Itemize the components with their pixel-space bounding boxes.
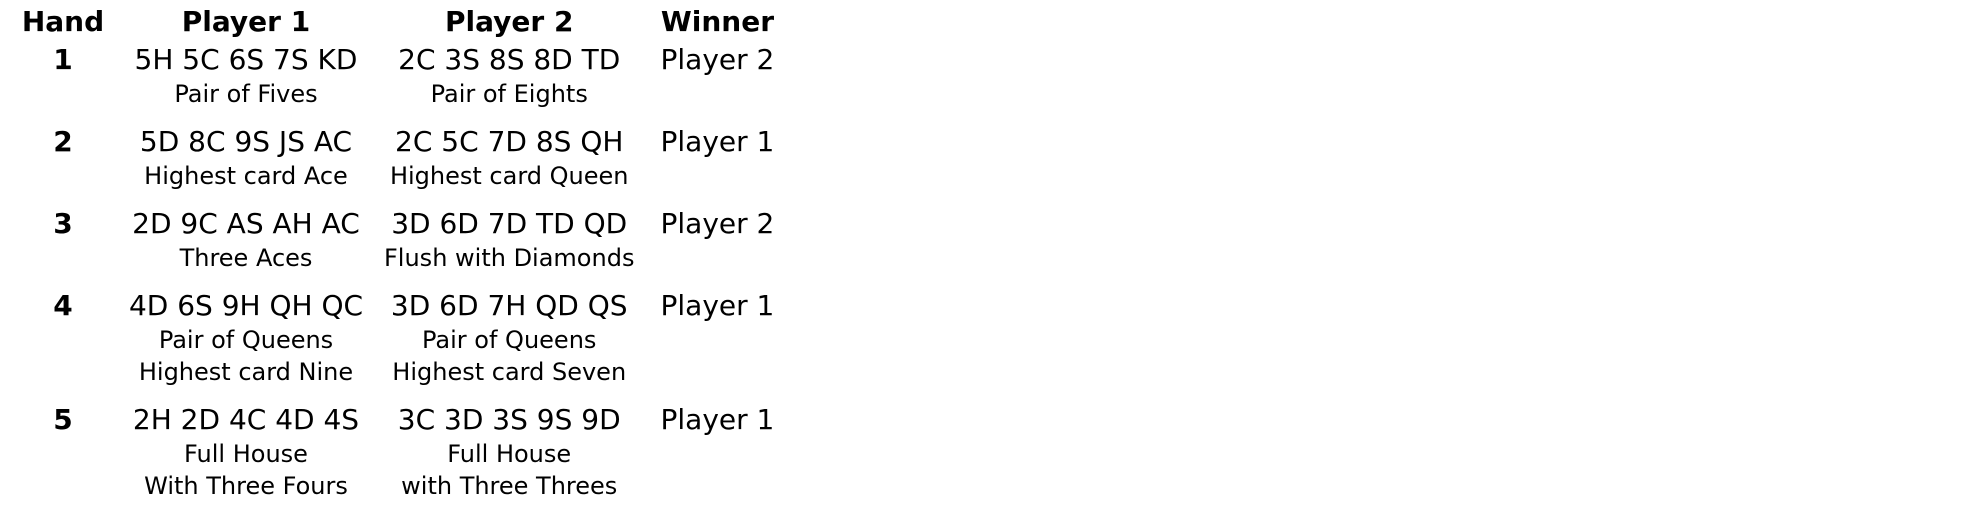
player-2-desc: Highest card Queen (389, 162, 629, 190)
winner-cell: Player 1 (644, 124, 790, 204)
header-player-1: Player 1 (181, 5, 311, 38)
player-2-desc: Pair of Queens (422, 326, 597, 354)
player-2-desc: Highest card Seven (392, 358, 627, 386)
player-2-cards: 2C 3S 8S 8D TD (398, 43, 621, 76)
player-1-desc: Highest card Ace (144, 162, 348, 190)
player-2-cards: 3C 3D 3S 9S 9D (397, 403, 621, 436)
winner-text: Player 1 (660, 403, 775, 436)
hand-number: 1 (53, 43, 73, 76)
winner-text: Player 1 (660, 125, 775, 158)
winner-cell: Player 1 (644, 288, 790, 400)
player-1-cards: 5D 8C 9S JS AC (139, 125, 353, 158)
player-2-desc: Full House (447, 440, 572, 468)
header-row: Hand Player 1 Player 2 Winner (10, 4, 790, 40)
player-2-desc: Pair of Eights (430, 80, 588, 108)
hand-number: 5 (53, 403, 73, 436)
player-1-cards: 2H 2D 4C 4D 4S (132, 403, 360, 436)
player-1-desc: Highest card Nine (138, 358, 354, 386)
winner-cell: Player 2 (644, 206, 790, 286)
table-row: 5 2H 2D 4C 4D 4S Full House With Three F… (10, 402, 790, 514)
player-1-cell: 5D 8C 9S JS AC Highest card Ace (118, 124, 374, 204)
player-2-desc: with Three Threes (401, 472, 618, 500)
player-1-desc: Three Aces (179, 244, 313, 272)
player-1-cards: 4D 6S 9H QH QC (128, 289, 364, 322)
player-1-desc: Full House (184, 440, 308, 468)
player-2-cards: 3D 6D 7D TD QD (391, 207, 628, 240)
table-row: 3 2D 9C AS AH AC Three Aces 3D 6D 7D TD … (10, 206, 790, 286)
table-header: Hand Player 1 Player 2 Winner (10, 4, 790, 40)
table-row: 2 5D 8C 9S JS AC Highest card Ace 2C 5C … (10, 124, 790, 204)
player-1-cards: 5H 5C 6S 7S KD (134, 43, 358, 76)
winner-text: Player 2 (660, 207, 775, 240)
player-2-cell: 2C 3S 8S 8D TD Pair of Eights (376, 42, 642, 122)
player-1-cards: 2D 9C AS AH AC (132, 207, 360, 240)
table-body: 1 5H 5C 6S 7S KD Pair of Fives 2C 3S 8S … (10, 42, 790, 514)
header-hand: Hand (21, 5, 105, 38)
winner-cell: Player 2 (644, 42, 790, 122)
winner-cell: Player 1 (644, 402, 790, 514)
player-2-desc: Flush with Diamonds (384, 244, 635, 272)
player-1-cell: 5H 5C 6S 7S KD Pair of Fives (118, 42, 374, 122)
player-1-desc: Pair of Fives (174, 80, 318, 108)
player-2-cards: 2C 5C 7D 8S QH (395, 125, 624, 158)
hand-number: 3 (53, 207, 73, 240)
player-1-cell: 4D 6S 9H QH QC Pair of Queens Highest ca… (118, 288, 374, 400)
player-2-cell: 3C 3D 3S 9S 9D Full House with Three Thr… (376, 402, 642, 514)
table-row: 4 4D 6S 9H QH QC Pair of Queens Highest … (10, 288, 790, 400)
header-player-2: Player 2 (445, 5, 574, 38)
player-2-cell: 3D 6D 7H QD QS Pair of Queens Highest ca… (376, 288, 642, 400)
table-row: 1 5H 5C 6S 7S KD Pair of Fives 2C 3S 8S … (10, 42, 790, 122)
player-1-desc: With Three Fours (144, 472, 348, 500)
poker-hands-table: Hand Player 1 Player 2 Winner 1 5H 5C 6S… (8, 2, 792, 516)
winner-text: Player 2 (660, 43, 775, 76)
player-1-cell: 2D 9C AS AH AC Three Aces (118, 206, 374, 286)
player-2-cell: 2C 5C 7D 8S QH Highest card Queen (376, 124, 642, 204)
player-1-cell: 2H 2D 4C 4D 4S Full House With Three Fou… (118, 402, 374, 514)
player-1-desc: Pair of Queens (158, 326, 334, 354)
hand-number: 2 (53, 125, 73, 158)
player-2-cell: 3D 6D 7D TD QD Flush with Diamonds (376, 206, 642, 286)
header-winner: Winner (660, 5, 775, 38)
winner-text: Player 1 (660, 289, 775, 322)
player-2-cards: 3D 6D 7H QD QS (390, 289, 628, 322)
hand-number: 4 (53, 289, 73, 322)
